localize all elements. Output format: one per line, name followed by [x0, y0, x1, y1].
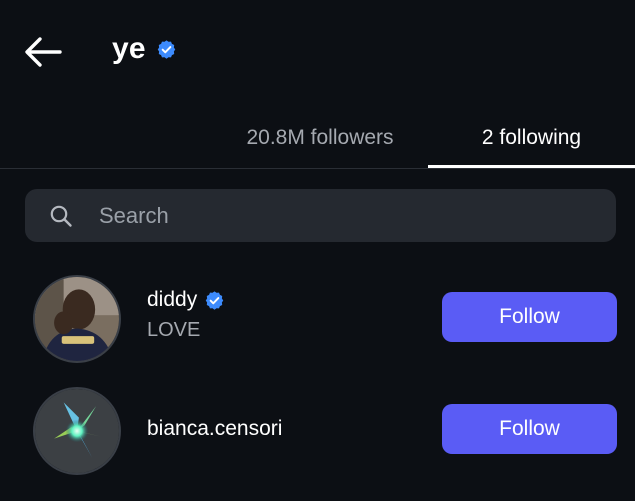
tab-followers[interactable]: 20.8M followers: [210, 108, 430, 168]
list-item[interactable]: bianca.censori Follow: [0, 380, 635, 480]
back-button[interactable]: [22, 34, 64, 70]
page-title: ye: [112, 32, 146, 65]
search-bar: [25, 189, 616, 242]
arrow-left-icon: [25, 37, 62, 67]
account-name-line: diddy: [147, 288, 225, 312]
verified-badge-icon: [205, 290, 224, 310]
avatar[interactable]: [33, 387, 121, 475]
account-name-line: bianca.censori: [147, 417, 282, 441]
username[interactable]: bianca.censori: [147, 417, 282, 441]
search-icon: [50, 205, 72, 227]
verified-badge-icon: [157, 39, 176, 59]
follow-button[interactable]: Follow: [442, 292, 617, 342]
avatar[interactable]: [33, 275, 121, 363]
tab-bar: 20.8M followers 2 following: [0, 108, 635, 170]
divider: [0, 168, 635, 169]
follow-button[interactable]: Follow: [442, 404, 617, 454]
profile-title: ye: [112, 32, 177, 66]
username[interactable]: diddy: [147, 288, 197, 312]
search-input[interactable]: [99, 189, 599, 242]
header: ye: [0, 0, 635, 100]
list-item[interactable]: diddy LOVE Follow: [0, 268, 635, 368]
tab-following[interactable]: 2 following: [428, 108, 635, 168]
account-subtitle: LOVE: [147, 319, 201, 341]
